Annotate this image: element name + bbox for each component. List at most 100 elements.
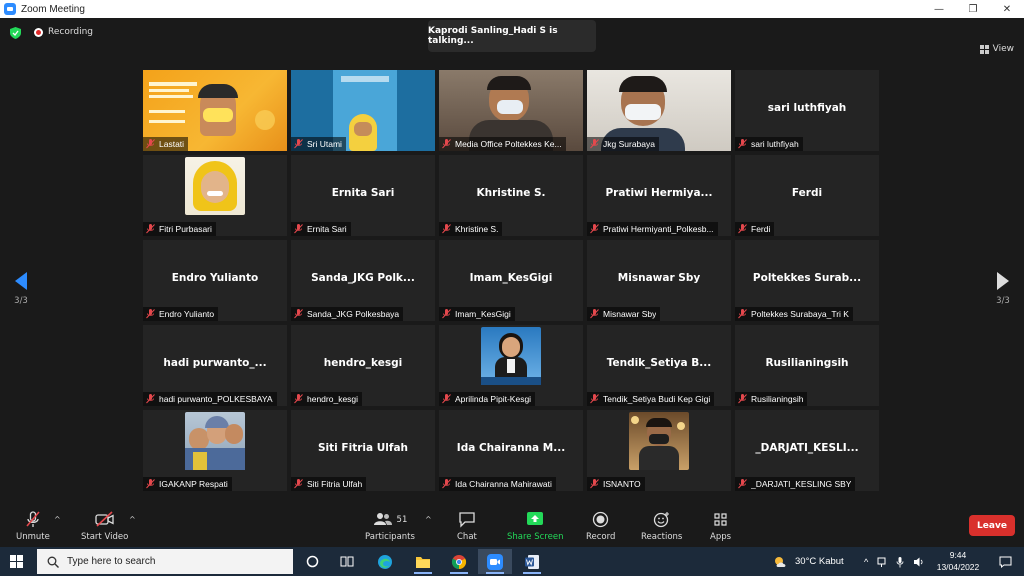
participant-name-label: Aprilinda Pipit-Kesgi <box>439 392 536 406</box>
reactions-button[interactable]: Reactions <box>641 511 682 542</box>
participant-name-label: Misnawar Sby <box>587 307 661 321</box>
participant-tile[interactable]: Khristine S. Khristine S. <box>439 155 583 236</box>
tray-chevron-up-icon[interactable]: ^ <box>864 557 868 567</box>
record-button[interactable]: Record <box>586 511 615 542</box>
audio-options-caret-icon[interactable]: ^ <box>54 515 61 524</box>
notification-center-icon[interactable] <box>988 549 1022 574</box>
participant-tile[interactable]: Lastati <box>143 70 287 151</box>
participant-tile[interactable]: Media Office Poltekkes Ke... <box>439 70 583 151</box>
participant-name: Ferdi <box>751 224 771 234</box>
participant-tile[interactable]: Siti Fitria Ulfah Siti Fitria Ulfah <box>291 410 435 491</box>
participant-tile[interactable]: _DARJATI_KESLI... _DARJATI_KESLING SBY <box>735 410 879 491</box>
participant-name-label: ISNANTO <box>587 477 645 491</box>
participant-tile[interactable]: hendro_kesgi hendro_kesgi <box>291 325 435 406</box>
close-button[interactable]: ✕ <box>990 0 1024 18</box>
mic-muted-icon <box>294 224 303 234</box>
participant-name: _DARJATI_KESLING SBY <box>751 479 852 489</box>
participant-name-label: Ernita Sari <box>291 222 351 236</box>
mic-muted-icon <box>146 394 155 404</box>
participant-tile[interactable]: ISNANTO <box>587 410 731 491</box>
participant-tile[interactable]: Ida Chairanna M... Ida Chairanna Mahiraw… <box>439 410 583 491</box>
participant-name-label: Tendik_Setiya Budi Kep Gigi <box>587 392 715 406</box>
participants-button[interactable]: 51 Participants <box>365 511 415 542</box>
cortana-icon[interactable] <box>295 549 329 574</box>
participant-tile[interactable]: Imam_KesGigi Imam_KesGigi <box>439 240 583 321</box>
participant-display-name: sari luthfiyah <box>767 102 847 114</box>
network-icon[interactable] <box>877 556 887 568</box>
unmute-button[interactable]: Unmute <box>16 511 50 542</box>
share-screen-button[interactable]: Share Screen <box>507 511 563 542</box>
recording-indicator[interactable]: Recording <box>34 27 93 37</box>
participant-display-name: Ida Chairanna M... <box>456 442 566 454</box>
page-indicator-left: 3/3 <box>14 296 28 306</box>
gallery-grid: Lastati Sri Utami Media Office Poltekkes… <box>143 70 881 492</box>
participant-tile[interactable]: Jkg Surabaya <box>587 70 731 151</box>
system-clock[interactable]: 9:44 13/04/2022 <box>930 549 986 573</box>
participant-tile[interactable]: hadi purwanto_... hadi purwanto_POLKESBA… <box>143 325 287 406</box>
participant-name-label: Media Office Poltekkes Ke... <box>439 137 566 151</box>
restore-button[interactable]: ❐ <box>956 0 990 18</box>
windows-start-icon[interactable] <box>10 555 23 568</box>
participant-tile[interactable]: Sri Utami <box>291 70 435 151</box>
file-explorer-icon[interactable] <box>406 549 440 574</box>
mic-muted-icon <box>590 479 599 489</box>
next-page-button[interactable]: 3/3 <box>993 272 1013 312</box>
chrome-browser-icon[interactable] <box>442 549 476 574</box>
participant-tile[interactable]: Pratiwi Hermiya... Pratiwi Hermiyanti_Po… <box>587 155 731 236</box>
video-options-caret-icon[interactable]: ^ <box>129 515 136 524</box>
window-controls: — ❐ ✕ <box>922 0 1024 18</box>
edge-browser-icon[interactable] <box>368 549 402 574</box>
search-placeholder: Type here to search <box>67 556 156 567</box>
participant-display-name: Poltekkes Surab... <box>752 272 862 284</box>
participant-tile[interactable]: Rusilianingsih Rusilianingsih <box>735 325 879 406</box>
speaker-volume-icon[interactable] <box>913 556 925 568</box>
participant-display-name: hendro_kesgi <box>323 357 403 369</box>
window-titlebar: Zoom Meeting — ❐ ✕ <box>0 0 1024 18</box>
emoji-smile-icon <box>653 511 671 528</box>
participant-tile[interactable]: Fitri Purbasari <box>143 155 287 236</box>
apps-label: Apps <box>710 532 732 542</box>
participant-name: Sanda_JKG Polkesbaya <box>307 309 400 319</box>
participant-tile[interactable]: Aprilinda Pipit-Kesgi <box>439 325 583 406</box>
participant-tile[interactable]: Sanda_JKG Polk... Sanda_JKG Polkesbaya <box>291 240 435 321</box>
start-video-button[interactable]: Start Video <box>81 511 128 542</box>
participant-name-label: sari luthfiyah <box>735 137 803 151</box>
participant-display-name: Misnawar Sby <box>617 272 701 284</box>
previous-page-button[interactable]: 3/3 <box>11 272 31 312</box>
participant-tile[interactable]: Ernita Sari Ernita Sari <box>291 155 435 236</box>
shield-icon[interactable] <box>10 27 21 39</box>
unmute-label: Unmute <box>16 532 50 542</box>
participant-name: Misnawar Sby <box>603 309 657 319</box>
mic-muted-icon <box>146 479 155 489</box>
task-view-icon[interactable] <box>330 549 364 574</box>
mic-muted-icon <box>442 139 451 149</box>
participant-display-name: Ferdi <box>791 187 823 199</box>
word-icon[interactable] <box>515 549 549 574</box>
participant-name: Lastati <box>159 139 185 149</box>
zoom-taskbar-icon[interactable] <box>478 549 512 574</box>
taskbar-search-input[interactable]: Type here to search <box>37 549 293 574</box>
mic-muted-icon <box>442 224 451 234</box>
participant-tile[interactable]: IGAKANP Respati <box>143 410 287 491</box>
microphone-tray-icon[interactable] <box>896 556 904 568</box>
view-button[interactable]: View <box>979 44 1014 54</box>
participants-label: Participants <box>365 532 415 542</box>
participant-tile[interactable]: Ferdi Ferdi <box>735 155 879 236</box>
leave-button[interactable]: Leave <box>969 515 1015 536</box>
minimize-button[interactable]: — <box>922 0 956 18</box>
participant-tile[interactable]: Misnawar Sby Misnawar Sby <box>587 240 731 321</box>
participant-name: Poltekkes Surabaya_Tri K <box>751 309 849 319</box>
participant-tile[interactable]: Endro Yulianto Endro Yulianto <box>143 240 287 321</box>
participant-tile[interactable]: Tendik_Setiya B... Tendik_Setiya Budi Ke… <box>587 325 731 406</box>
participants-options-caret-icon[interactable]: ^ <box>425 515 432 524</box>
participants-count: 51 <box>396 514 408 525</box>
system-tray: ^ <box>864 547 925 576</box>
participant-name-label: hendro_kesgi <box>291 392 363 406</box>
participant-name: hendro_kesgi <box>307 394 359 404</box>
participant-tile[interactable]: Poltekkes Surab... Poltekkes Surabaya_Tr… <box>735 240 879 321</box>
apps-button[interactable]: Apps <box>710 511 731 542</box>
participant-tile[interactable]: sari luthfiyah sari luthfiyah <box>735 70 879 151</box>
weather-widget[interactable]: 30°C Kabut <box>773 547 844 576</box>
weather-sun-cloud-icon <box>775 556 786 567</box>
chat-button[interactable]: Chat <box>457 511 477 542</box>
